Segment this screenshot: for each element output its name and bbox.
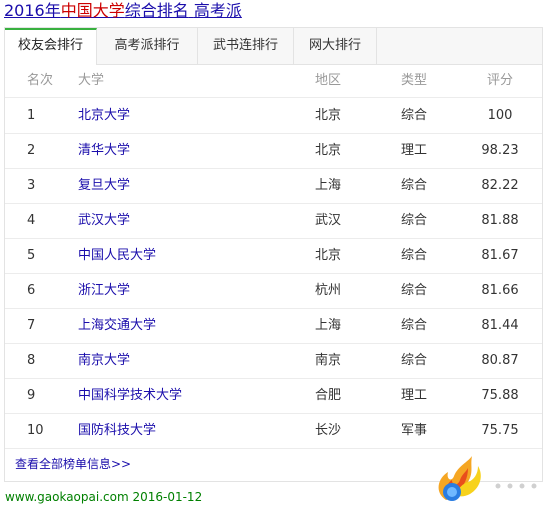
table-row: 6 浙江大学 杭州 综合 81.66 xyxy=(5,273,542,309)
row-type: 综合 xyxy=(401,178,428,193)
row-score: 98.23 xyxy=(481,143,519,158)
table-row: 2 清华大学 北京 理工 98.23 xyxy=(5,133,542,169)
row-university-link[interactable]: 上海交通大学 xyxy=(78,308,156,343)
row-rank: 4 xyxy=(27,213,36,228)
row-score: 75.75 xyxy=(481,423,519,438)
row-rank: 3 xyxy=(27,178,36,193)
title-link[interactable]: 2016年中国大学综合排名 xyxy=(4,1,194,20)
row-score: 81.44 xyxy=(481,318,519,333)
row-university-link[interactable]: 北京大学 xyxy=(78,98,130,133)
header-score: 评分 xyxy=(486,73,513,88)
row-rank: 5 xyxy=(27,248,36,263)
row-region: 上海 xyxy=(315,178,342,193)
header-region: 地区 xyxy=(315,73,342,88)
row-type: 综合 xyxy=(401,248,428,263)
header-type: 类型 xyxy=(401,73,428,88)
row-university-link[interactable]: 中国科学技术大学 xyxy=(78,378,182,413)
row-region: 杭州 xyxy=(315,283,342,298)
row-region: 北京 xyxy=(315,143,342,158)
page-title[interactable]: 2016年中国大学综合排名 高考派 xyxy=(4,0,242,22)
row-region: 长沙 xyxy=(315,423,342,438)
tab-wushulian[interactable]: 武书连排行 xyxy=(198,28,294,64)
row-rank: 8 xyxy=(27,353,36,368)
row-score: 80.87 xyxy=(481,353,519,368)
row-rank: 7 xyxy=(27,318,36,333)
row-university-link[interactable]: 中国人民大学 xyxy=(78,238,156,273)
title-source-link[interactable]: 高考派 xyxy=(194,1,242,20)
row-university-link[interactable]: 复旦大学 xyxy=(78,168,130,203)
row-rank: 2 xyxy=(27,143,36,158)
row-university-link[interactable]: 清华大学 xyxy=(78,133,130,168)
row-region: 合肥 xyxy=(315,388,342,403)
row-type: 综合 xyxy=(401,318,428,333)
header-university: 大学 xyxy=(78,73,105,88)
row-region: 北京 xyxy=(315,108,342,123)
table-row: 3 复旦大学 上海 综合 82.22 xyxy=(5,168,542,204)
row-university-link[interactable]: 武汉大学 xyxy=(78,203,130,238)
row-rank: 1 xyxy=(27,108,36,123)
row-rank: 9 xyxy=(27,388,36,403)
table-row: 5 中国人民大学 北京 综合 81.67 xyxy=(5,238,542,274)
ranking-card: 校友会排行 高考派排行 武书连排行 网大排行 名次 大学 地区 类型 评分 1 北… xyxy=(4,27,543,482)
row-region: 北京 xyxy=(315,248,342,263)
view-all-link[interactable]: 查看全部榜单信息>> xyxy=(15,455,131,472)
row-region: 南京 xyxy=(315,353,342,368)
row-score: 81.67 xyxy=(481,248,519,263)
table-row: 1 北京大学 北京 综合 100 xyxy=(5,98,542,134)
row-type: 综合 xyxy=(401,213,428,228)
flame-logo-icon xyxy=(438,456,537,501)
row-score: 82.22 xyxy=(481,178,519,193)
tab-alumni[interactable]: 校友会排行 xyxy=(5,28,97,65)
header-rank: 名次 xyxy=(27,73,54,88)
title-ranking: 综合排名 xyxy=(124,1,189,20)
row-score: 100 xyxy=(487,108,513,123)
row-university-link[interactable]: 浙江大学 xyxy=(78,273,130,308)
row-type: 军事 xyxy=(401,423,428,438)
title-year: 2016年 xyxy=(4,1,61,20)
row-score: 81.88 xyxy=(481,213,519,228)
table-row: 9 中国科学技术大学 合肥 理工 75.88 xyxy=(5,378,542,414)
row-university-link[interactable]: 南京大学 xyxy=(78,343,130,378)
row-rank: 6 xyxy=(27,283,36,298)
row-type: 综合 xyxy=(401,283,428,298)
title-highlight: 中国大学 xyxy=(60,1,125,20)
row-score: 81.66 xyxy=(481,283,519,298)
row-type: 综合 xyxy=(401,108,428,123)
table-header: 名次 大学 地区 类型 评分 xyxy=(5,64,542,98)
row-score: 75.88 xyxy=(481,388,519,403)
table-row: 7 上海交通大学 上海 综合 81.44 xyxy=(5,308,542,344)
row-type: 理工 xyxy=(401,143,428,158)
footer-site-date: www.gaokaopai.com 2016-01-12 xyxy=(5,490,203,504)
tab-netbig[interactable]: 网大排行 xyxy=(294,28,377,64)
row-university-link[interactable]: 国防科技大学 xyxy=(78,413,156,448)
table-row: 8 南京大学 南京 综合 80.87 xyxy=(5,343,542,379)
row-rank: 10 xyxy=(27,423,44,438)
row-type: 理工 xyxy=(401,388,428,403)
row-region: 上海 xyxy=(315,318,342,333)
tab-gaokaopai[interactable]: 高考派排行 xyxy=(97,28,198,64)
row-type: 综合 xyxy=(401,353,428,368)
tab-bar: 校友会排行 高考派排行 武书连排行 网大排行 xyxy=(5,28,542,65)
table-row: 10 国防科技大学 长沙 军事 75.75 xyxy=(5,413,542,449)
table-row: 4 武汉大学 武汉 综合 81.88 xyxy=(5,203,542,239)
row-region: 武汉 xyxy=(315,213,342,228)
